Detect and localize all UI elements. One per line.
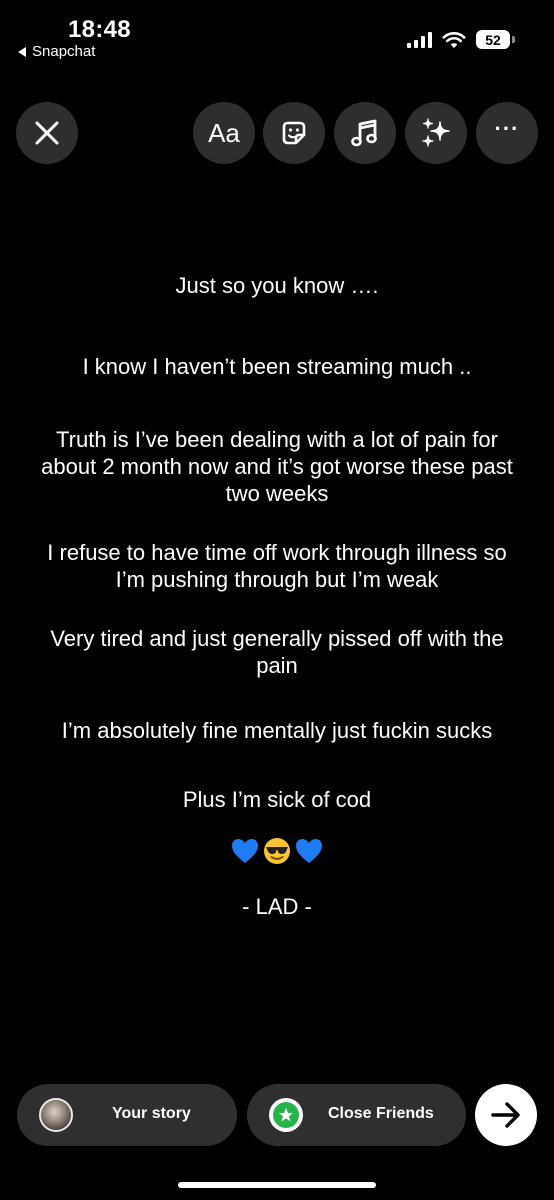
sparkles-icon <box>422 118 450 147</box>
back-to-app-link[interactable]: Snapchat <box>18 43 95 60</box>
home-indicator[interactable] <box>178 1182 376 1188</box>
blue-heart-icon <box>296 839 322 863</box>
send-button[interactable] <box>475 1084 537 1146</box>
story-signature: - LAD - <box>242 894 312 919</box>
story-line: I refuse to have time off work through i… <box>47 540 507 592</box>
close-button[interactable] <box>16 102 78 164</box>
text-tool-button[interactable]: Aa <box>193 102 255 164</box>
status-indicators: 52 <box>407 30 515 49</box>
blue-heart-icon <box>232 839 258 863</box>
music-icon <box>351 119 377 147</box>
sunglasses-face-icon <box>264 838 290 864</box>
sticker-button[interactable] <box>263 102 325 164</box>
signal-icon <box>407 31 432 48</box>
close-friends-label: Close Friends <box>328 1105 434 1122</box>
back-app-label: Snapchat <box>32 43 96 60</box>
wifi-icon <box>442 31 466 48</box>
music-button[interactable] <box>334 102 396 164</box>
status-time: 18:48 <box>68 16 131 43</box>
story-line: Very tired and just generally pissed off… <box>50 626 504 678</box>
text-tool-label: Aa <box>208 117 240 148</box>
your-story-label: Your story <box>112 1105 191 1122</box>
story-line: Truth is I’ve been dealing with a lot of… <box>41 427 513 506</box>
sticker-icon <box>282 121 306 145</box>
battery-level: 52 <box>485 31 501 48</box>
arrow-right-icon <box>491 1102 520 1128</box>
story-line: Plus I’m sick of cod <box>182 787 372 812</box>
emoji-row <box>0 836 554 866</box>
back-arrow-icon <box>18 46 26 57</box>
battery-icon: 52 <box>476 30 515 49</box>
close-icon <box>35 121 59 145</box>
story-line: I’m absolutely fine mentally just fuckin… <box>61 718 493 743</box>
close-friends-star-icon <box>269 1098 303 1132</box>
avatar <box>39 1098 73 1132</box>
your-story-button[interactable]: Your story <box>17 1084 237 1146</box>
story-line: Just so you know …. <box>175 273 379 298</box>
close-friends-button[interactable]: Close Friends <box>247 1084 466 1146</box>
more-options-button[interactable]: ··· <box>476 102 538 164</box>
more-icon: ··· <box>494 116 520 141</box>
story-line: I know I haven’t been streaming much .. <box>82 354 472 379</box>
effects-button[interactable] <box>405 102 467 164</box>
